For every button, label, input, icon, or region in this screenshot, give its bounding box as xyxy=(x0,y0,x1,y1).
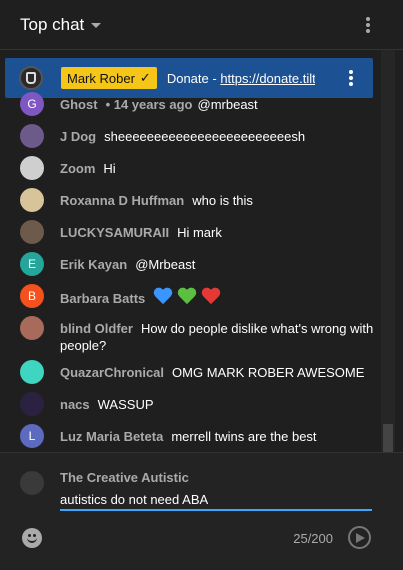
emoji-icon[interactable] xyxy=(22,528,42,548)
chat-message: E Erik Kayan @Mrbeast xyxy=(20,252,375,276)
author-name[interactable]: Barbara Batts xyxy=(60,291,145,306)
avatar[interactable] xyxy=(20,188,44,212)
avatar[interactable]: E xyxy=(20,252,44,276)
message-text: merrell twins are the best xyxy=(171,429,317,444)
chat-message: QuazarChronical OMG MARK ROBER AWESOME xyxy=(20,360,375,384)
avatar[interactable] xyxy=(20,156,44,180)
scrollbar-thumb[interactable] xyxy=(383,424,393,452)
author-name[interactable]: LUCKYSAMURAII xyxy=(60,225,169,240)
chevron-down-icon[interactable] xyxy=(91,23,102,28)
message-text: @mrbeast xyxy=(197,97,258,112)
chat-message: nacs WASSUP xyxy=(20,392,375,416)
avatar[interactable]: L xyxy=(20,424,44,448)
message-text: @Mrbeast xyxy=(135,257,196,272)
chat-header: Top chat xyxy=(0,0,403,50)
avatar[interactable]: G xyxy=(20,92,44,116)
pinned-author: Mark Rober xyxy=(67,70,135,86)
pinned-avatar xyxy=(19,66,43,90)
message-text: Hi xyxy=(103,161,116,176)
author-name[interactable]: Roxanna D Huffman xyxy=(60,193,184,208)
current-user-name: The Creative Autistic xyxy=(60,470,189,485)
author-name[interactable]: J Dog xyxy=(60,129,96,144)
author-name[interactable]: Zoom xyxy=(60,161,95,176)
chat-message: LUCKYSAMURAII Hi mark xyxy=(20,220,375,244)
blue-heart-icon xyxy=(153,288,173,306)
chat-message-input[interactable]: autistics do not need ABA xyxy=(60,489,372,511)
chat-message: B Barbara Batts xyxy=(20,284,375,308)
send-icon[interactable] xyxy=(348,526,371,549)
message-text: OMG MARK ROBER AWESOME xyxy=(172,365,365,380)
author-name[interactable]: QuazarChronical xyxy=(60,365,164,380)
chat-message: Zoom Hi xyxy=(20,156,375,180)
chat-scrollbar[interactable] xyxy=(381,50,395,452)
chat-input-area: The Creative Autistic autistics do not n… xyxy=(0,452,403,570)
author-name[interactable]: Ghost xyxy=(60,97,98,112)
author-name[interactable]: nacs xyxy=(60,397,90,412)
avatar[interactable] xyxy=(20,316,44,340)
pinned-message: Donate - https://donate.tiltif xyxy=(167,71,315,86)
owner-badge[interactable]: Mark Rober ✓ xyxy=(61,67,157,89)
chat-mode-title[interactable]: Top chat xyxy=(20,15,84,35)
avatar[interactable] xyxy=(20,392,44,416)
author-name[interactable]: Erik Kayan xyxy=(60,257,127,272)
avatar[interactable] xyxy=(20,124,44,148)
avatar[interactable] xyxy=(20,220,44,244)
chat-message: J Dog sheeeeeeeeeeeeeeeeeeeeeeeesh xyxy=(20,124,375,148)
chat-message: G Ghost • 14 years ago @mrbeast xyxy=(20,92,375,116)
user-avatar xyxy=(20,471,44,495)
message-text: sheeeeeeeeeeeeeeeeeeeeeeeesh xyxy=(104,129,306,144)
chat-list: G Ghost • 14 years ago @mrbeast J Dog sheee… xyxy=(0,92,380,452)
author-name[interactable]: blind Oldfer xyxy=(60,321,133,336)
pinned-text-prefix: Donate - xyxy=(166,70,221,86)
author-name[interactable]: Luz Maria Beteta xyxy=(60,429,163,444)
avatar[interactable]: B xyxy=(20,284,44,308)
character-counter: 25/200 xyxy=(293,531,333,546)
pinned-more-vert-icon[interactable] xyxy=(343,68,359,88)
verified-check-icon: ✓ xyxy=(139,70,151,85)
timestamp: • 14 years ago xyxy=(105,97,193,112)
chat-message: Roxanna D Huffman who is this xyxy=(20,188,375,212)
message-text: WASSUP xyxy=(97,397,154,412)
message-text: Hi mark xyxy=(177,225,222,240)
chat-message: L Luz Maria Beteta merrell twins are the … xyxy=(20,424,375,448)
chat-message: blind Oldfer How do people dislike what's… xyxy=(20,316,375,354)
red-heart-icon xyxy=(201,288,221,306)
green-heart-icon xyxy=(177,288,197,306)
donation-link[interactable]: https://donate.tiltif xyxy=(220,71,315,86)
avatar[interactable] xyxy=(20,360,44,384)
message-text: who is this xyxy=(192,193,253,208)
more-vert-icon[interactable] xyxy=(360,15,376,35)
